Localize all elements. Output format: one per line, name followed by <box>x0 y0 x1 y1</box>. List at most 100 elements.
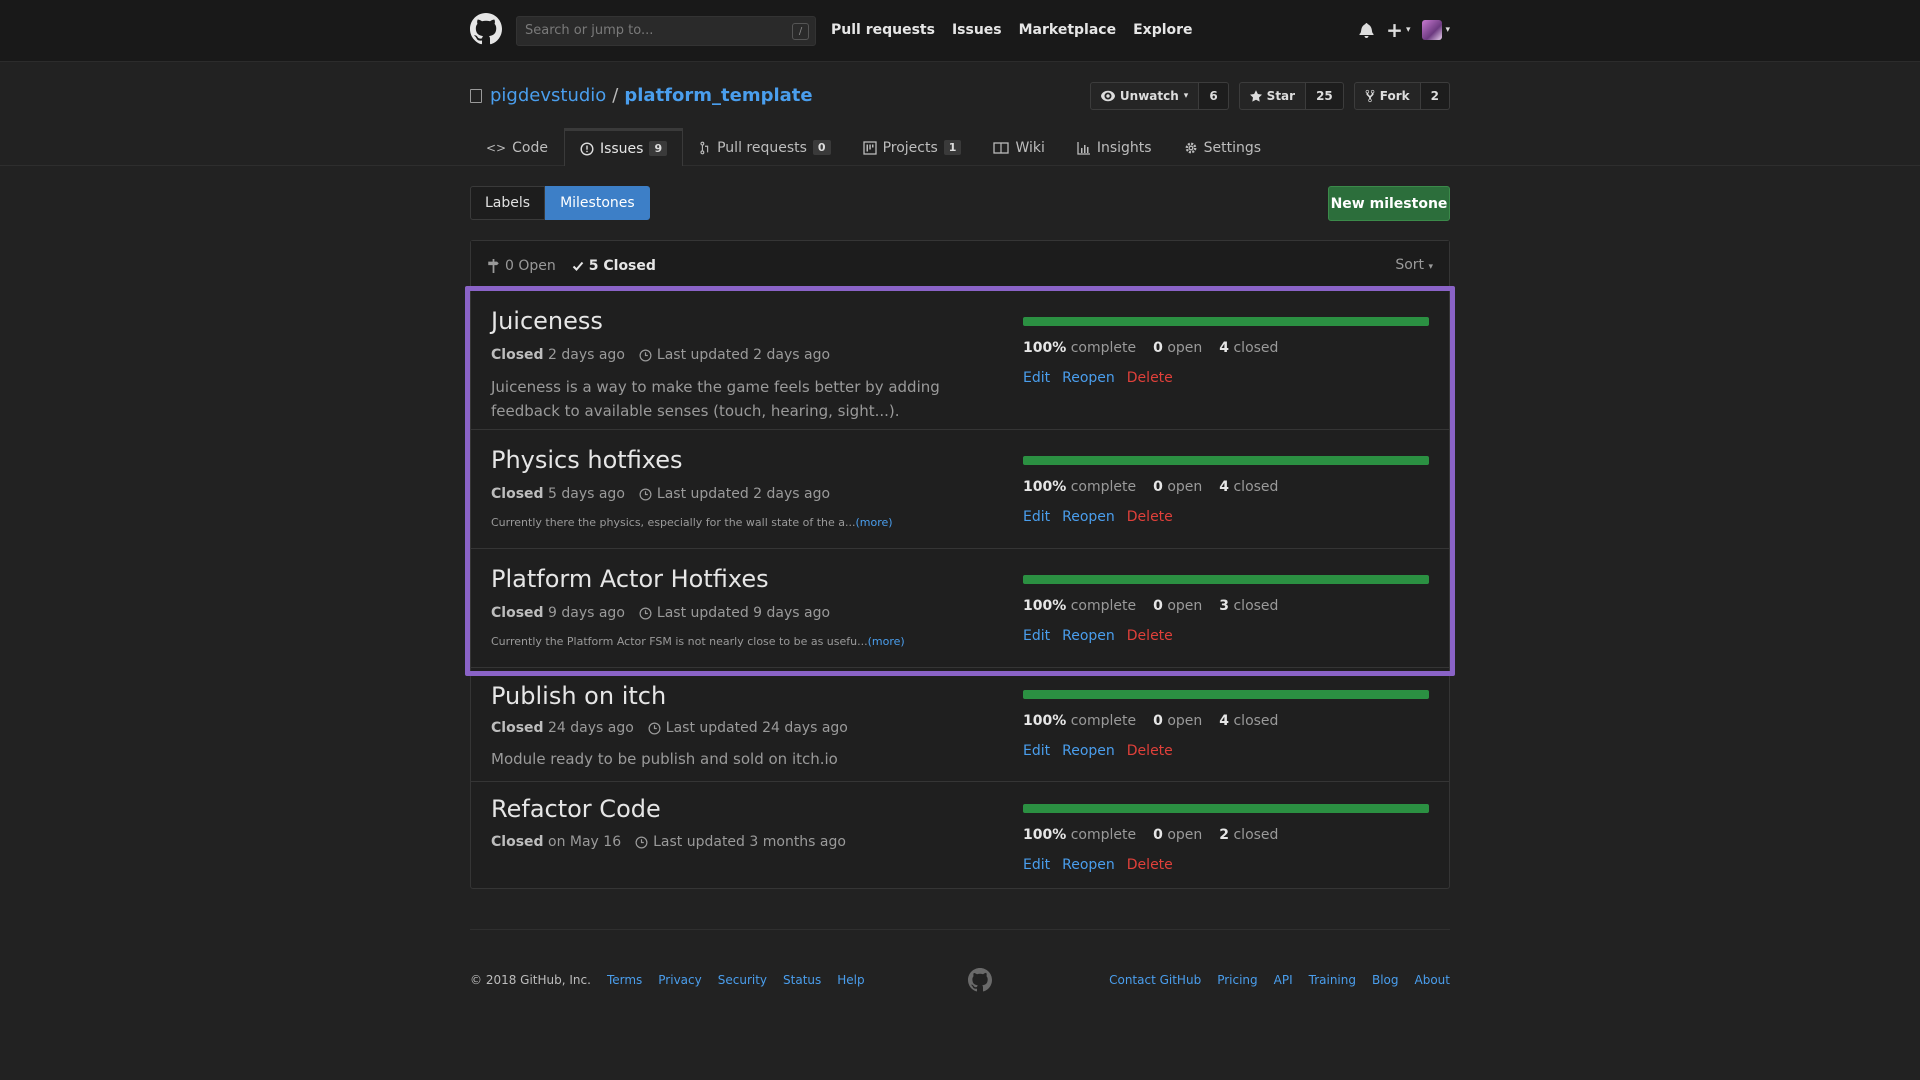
open-value: 0 <box>1153 598 1163 614</box>
nav-pull-requests[interactable]: Pull requests <box>831 22 935 38</box>
footer-link-help[interactable]: Help <box>837 973 864 987</box>
footer-link-about[interactable]: About <box>1415 973 1450 987</box>
milestone-stats: 100% complete 0 open 3 closed <box>1023 598 1278 614</box>
notification-bell-icon[interactable] <box>1359 22 1374 38</box>
unwatch-button[interactable]: Unwatch ▾ <box>1089 82 1200 110</box>
footer-link-pricing[interactable]: Pricing <box>1217 973 1257 987</box>
repo-owner-link[interactable]: pigdevstudio <box>490 85 606 106</box>
delete-link[interactable]: Delete <box>1127 743 1173 759</box>
repo-nav: <> Code Issues 9 Pull requests 0 Project… <box>470 128 1277 166</box>
tab-insights[interactable]: Insights <box>1061 128 1168 166</box>
open-count: 0 open <box>1153 340 1202 356</box>
footer-link-training[interactable]: Training <box>1309 973 1356 987</box>
reopen-link[interactable]: Reopen <box>1062 857 1115 873</box>
closed-when: on May 16 <box>548 834 622 850</box>
milestone-updated: Last updated 9 days ago <box>639 605 830 621</box>
tab-wiki[interactable]: Wiki <box>977 128 1060 166</box>
search-input[interactable]: Search or jump to... / <box>516 16 816 46</box>
milestones-table: 0 Open 5 Closed Sort ▾ Juiceness Closed … <box>470 240 1450 889</box>
reopen-link[interactable]: Reopen <box>1062 628 1115 644</box>
sort-label: Sort <box>1395 257 1425 273</box>
reopen-link[interactable]: Reopen <box>1062 509 1115 525</box>
milestone-closed-date: Closed on May 16 <box>491 834 621 850</box>
edit-link[interactable]: Edit <box>1023 370 1050 386</box>
milestones-tab[interactable]: Milestones <box>545 186 650 220</box>
milestone-row: Physics hotfixes Closed 5 days ago Last … <box>471 430 1449 549</box>
repo-name-link[interactable]: platform_template <box>624 85 812 106</box>
github-logo-icon[interactable] <box>470 13 502 45</box>
sort-dropdown[interactable]: Sort ▾ <box>1395 257 1433 273</box>
milestone-closed-date: Closed 9 days ago <box>491 605 625 621</box>
more-link[interactable]: (more) <box>856 516 893 529</box>
closed-when: 24 days ago <box>548 720 634 736</box>
fork-button[interactable]: Fork <box>1353 82 1421 110</box>
closed-value: 4 <box>1219 340 1230 356</box>
tab-label: Wiki <box>1015 139 1045 156</box>
copyright: © 2018 GitHub, Inc. <box>470 973 591 987</box>
footer-link-api[interactable]: API <box>1274 973 1293 987</box>
footer-link-terms[interactable]: Terms <box>607 973 642 987</box>
edit-link[interactable]: Edit <box>1023 509 1050 525</box>
milestone-description: Currently the Platform Actor FSM is not … <box>491 634 991 650</box>
tab-pull-requests[interactable]: Pull requests 0 <box>683 128 846 166</box>
complete-label: complete <box>1070 340 1137 356</box>
open-value: 0 <box>1153 340 1163 356</box>
repo-icon <box>470 88 482 103</box>
updated-text: Last updated 24 days ago <box>665 720 848 736</box>
star-count[interactable]: 25 <box>1306 82 1344 110</box>
milestone-description: Currently there the physics, especially … <box>491 515 991 531</box>
labels-tab[interactable]: Labels <box>470 186 546 220</box>
reopen-link[interactable]: Reopen <box>1062 370 1115 386</box>
open-filter[interactable]: 0 Open <box>487 258 556 274</box>
footer-link-blog[interactable]: Blog <box>1372 973 1399 987</box>
edit-link[interactable]: Edit <box>1023 857 1050 873</box>
fork-label: Fork <box>1379 89 1410 103</box>
updated-text: Last updated 2 days ago <box>656 347 831 363</box>
tab-issues[interactable]: Issues 9 <box>563 128 684 166</box>
nav-issues[interactable]: Issues <box>952 22 1002 38</box>
state-filter: 0 Open 5 Closed <box>487 258 656 274</box>
milestone-title[interactable]: Publish on itch <box>491 682 666 710</box>
delete-link[interactable]: Delete <box>1127 857 1173 873</box>
edit-link[interactable]: Edit <box>1023 743 1050 759</box>
new-milestone-button[interactable]: New milestone <box>1328 186 1450 221</box>
updated-text: Last updated 2 days ago <box>656 486 831 502</box>
create-new-menu[interactable]: + ▾ <box>1386 18 1410 42</box>
tab-settings[interactable]: Settings <box>1168 128 1277 166</box>
tab-code[interactable]: <> Code <box>470 128 564 166</box>
open-count: 0 open <box>1153 479 1202 495</box>
percent-value: 100% <box>1023 827 1067 843</box>
repo-header: pigdevstudio / platform_template Unwatch… <box>0 63 1920 166</box>
footer-link-security[interactable]: Security <box>718 973 767 987</box>
nav-marketplace[interactable]: Marketplace <box>1019 22 1116 38</box>
milestone-title[interactable]: Juiceness <box>491 307 603 335</box>
plus-icon: + <box>1386 18 1403 42</box>
footer-link-status[interactable]: Status <box>783 973 821 987</box>
edit-link[interactable]: Edit <box>1023 628 1050 644</box>
tab-projects[interactable]: Projects 1 <box>847 128 978 166</box>
user-menu[interactable]: ▾ <box>1422 20 1450 40</box>
milestone-meta: Closed 2 days ago Last updated 2 days ag… <box>491 347 830 363</box>
delete-link[interactable]: Delete <box>1127 509 1173 525</box>
fork-count[interactable]: 2 <box>1420 82 1450 110</box>
complete-label: complete <box>1070 713 1137 729</box>
closed-value: 4 <box>1219 713 1230 729</box>
complete-label: complete <box>1070 827 1137 843</box>
milestone-title[interactable]: Physics hotfixes <box>491 446 683 474</box>
delete-link[interactable]: Delete <box>1127 628 1173 644</box>
reopen-link[interactable]: Reopen <box>1062 743 1115 759</box>
github-mark-icon[interactable] <box>968 968 992 992</box>
nav-explore[interactable]: Explore <box>1133 22 1192 38</box>
percent-complete: 100% complete <box>1023 340 1136 356</box>
closed-filter[interactable]: 5 Closed <box>572 258 656 274</box>
closed-when: 9 days ago <box>548 605 625 621</box>
watch-group: Unwatch ▾ 6 <box>1089 82 1229 110</box>
footer-link-contact[interactable]: Contact GitHub <box>1109 973 1201 987</box>
delete-link[interactable]: Delete <box>1127 370 1173 386</box>
watch-count[interactable]: 6 <box>1199 82 1229 110</box>
milestone-title[interactable]: Refactor Code <box>491 795 661 823</box>
milestone-title[interactable]: Platform Actor Hotfixes <box>491 565 769 593</box>
more-link[interactable]: (more) <box>868 635 905 648</box>
footer-link-privacy[interactable]: Privacy <box>658 973 701 987</box>
star-button[interactable]: Star <box>1238 82 1307 110</box>
